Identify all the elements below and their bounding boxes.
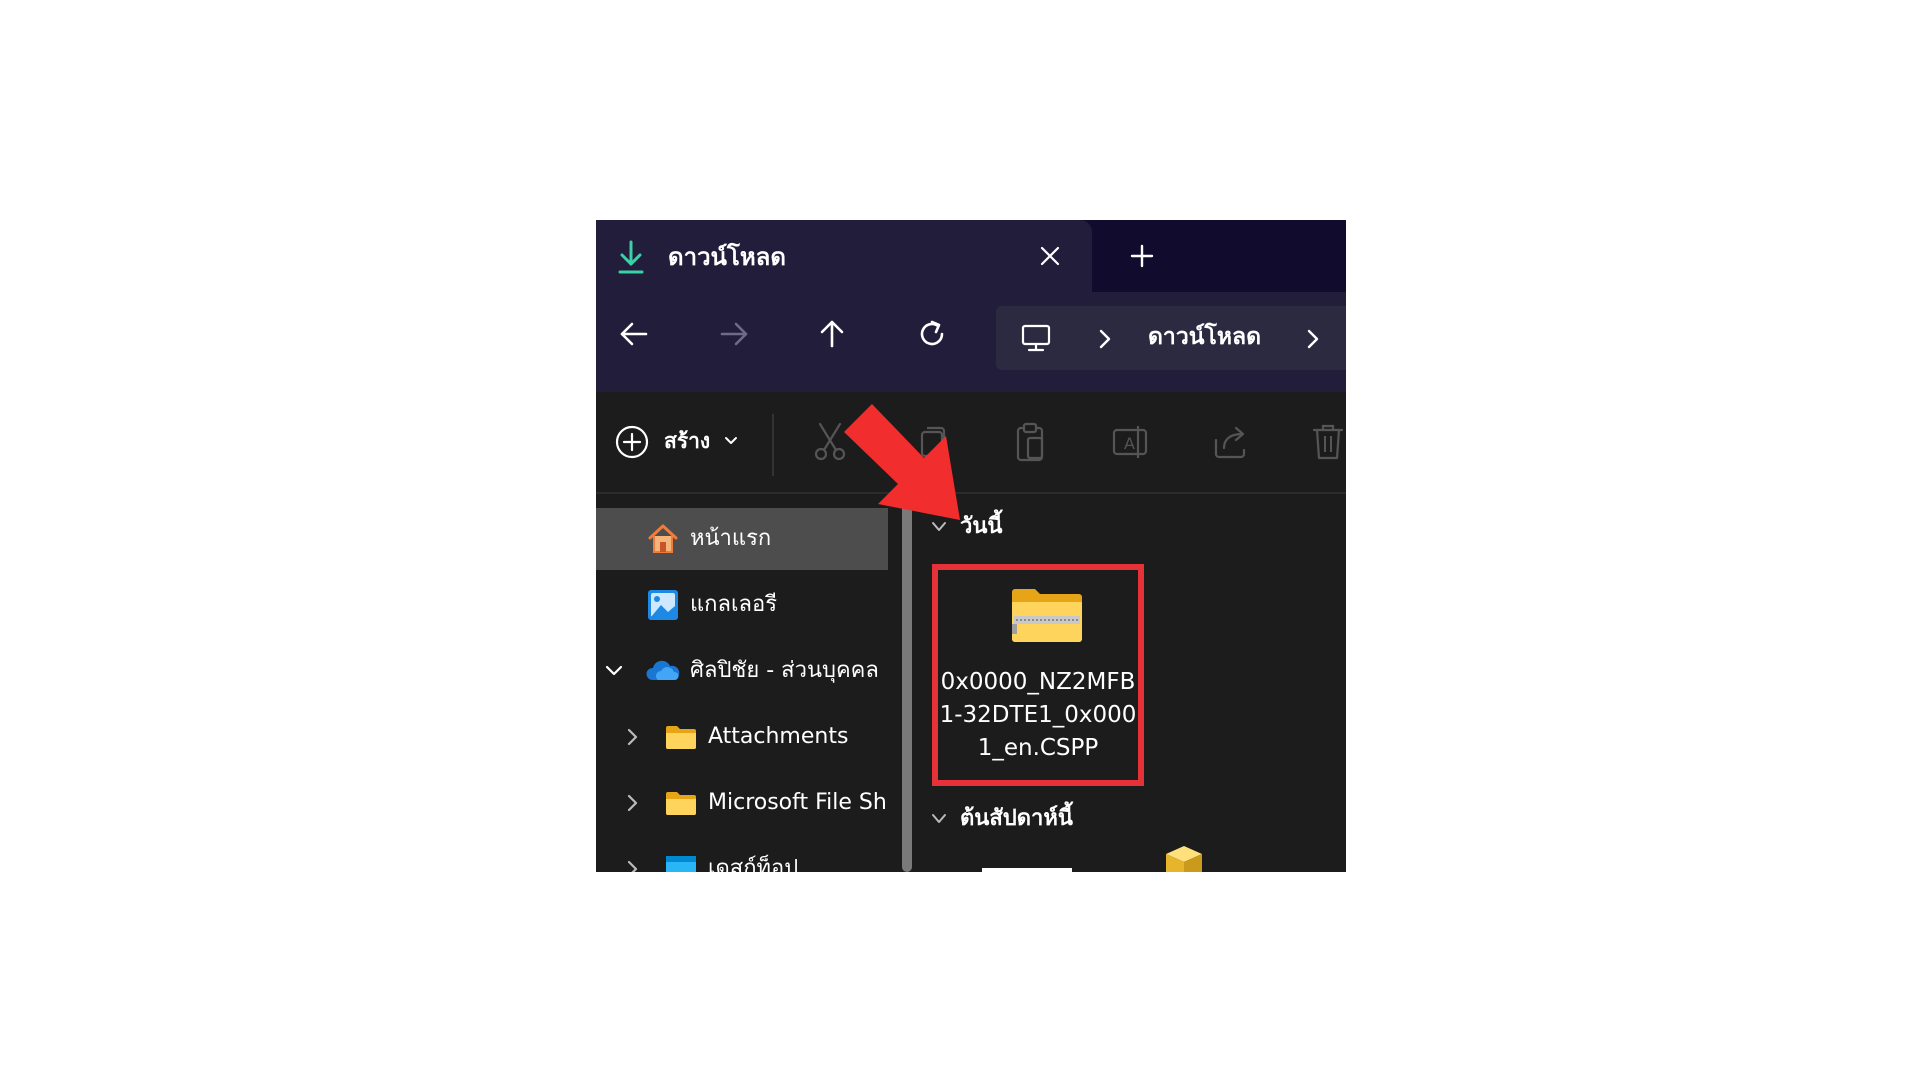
annotation-arrow: [844, 404, 960, 520]
tab-downloads[interactable]: ดาวน์โหลด: [596, 220, 1092, 292]
share-icon[interactable]: [1210, 420, 1250, 464]
file-item-zip[interactable]: 0x0000_NZ2MFB1-32DTE1_0x0001_en.CSPP: [932, 564, 1144, 786]
sidebar-item-label: Microsoft File Sh: [708, 790, 887, 815]
gallery-icon: [648, 590, 678, 620]
chevron-right-icon[interactable]: [622, 726, 642, 748]
zip-folder-icon: [1012, 589, 1082, 642]
address-bar[interactable]: ดาวน์โหลด: [996, 306, 1346, 370]
sidebar-item-label: Attachments: [708, 724, 849, 749]
chevron-down-icon[interactable]: [930, 812, 948, 826]
chevron-right-icon[interactable]: [1096, 326, 1114, 352]
download-icon: [618, 240, 644, 274]
home-icon: [648, 524, 678, 553]
arrow-up-icon[interactable]: [812, 314, 852, 354]
desktop-folder-icon: [666, 856, 696, 872]
monitor-icon[interactable]: [1020, 322, 1052, 354]
arrow-right-icon[interactable]: [714, 314, 754, 354]
rename-icon[interactable]: A: [1110, 420, 1150, 464]
folder-icon: [666, 792, 696, 815]
group-header-today[interactable]: วันนี้: [916, 510, 1316, 546]
onedrive-cloud-icon: [646, 660, 680, 680]
file-thumbnail-partial[interactable]: [982, 868, 1072, 872]
group-header-earlier-this-week[interactable]: ต้นสัปดาห์นี้: [916, 802, 1316, 838]
command-bar: สร้าง A: [596, 392, 1346, 494]
paste-icon[interactable]: [1010, 420, 1050, 464]
tab-title: ดาวน์โหลด: [668, 243, 786, 271]
navigation-bar: ดาวน์โหลด: [596, 292, 1346, 392]
sidebar-scrollbar[interactable]: [902, 500, 912, 872]
sidebar-item-label: แกลเลอรี: [690, 592, 778, 617]
package-icon[interactable]: [1162, 844, 1206, 872]
file-name: 0x0000_NZ2MFB1-32DTE1_0x0001_en.CSPP: [939, 669, 1137, 761]
chevron-down-icon: [725, 437, 737, 444]
group-label: วันนี้: [960, 514, 1003, 539]
close-icon[interactable]: [1034, 240, 1066, 272]
sidebar-item-onedrive[interactable]: ศิลปิชัย - ส่วนบุคคล: [596, 640, 888, 702]
chevron-right-icon[interactable]: [622, 858, 642, 872]
sidebar-item-gallery[interactable]: แกลเลอรี: [596, 574, 888, 636]
delete-icon[interactable]: [1308, 420, 1346, 464]
plus-circle-icon: [615, 425, 649, 459]
sidebar-item-label: ศิลปิชัย - ส่วนบุคคล: [690, 658, 879, 683]
file-explorer-window: ดาวน์โหลด ดาวน์โหลด สร้าง A หน้าแรก แกลเ…: [596, 220, 1346, 872]
sidebar-item-label: เดสก์ท็อป: [708, 856, 799, 872]
arrow-left-icon[interactable]: [614, 314, 654, 354]
folder-icon: [666, 726, 696, 749]
plus-icon[interactable]: [1126, 240, 1158, 272]
new-button[interactable]: สร้าง: [610, 420, 750, 466]
chevron-right-icon[interactable]: [1304, 326, 1322, 352]
chevron-down-icon[interactable]: [604, 660, 624, 682]
file-list: วันนี้ 0x0000_NZ2MFB1-32DTE1_0x0001_en.C…: [916, 494, 1346, 872]
navigation-pane: หน้าแรก แกลเลอรี ศิลปิชัย - ส่วนบุคคล At…: [596, 494, 904, 872]
sidebar-item-microsoft-file-share[interactable]: Microsoft File Sh: [596, 772, 888, 834]
refresh-icon[interactable]: [912, 314, 952, 354]
command-separator: [772, 414, 774, 476]
svg-text:A: A: [1124, 434, 1135, 453]
breadcrumb-downloads[interactable]: ดาวน์โหลด: [1148, 320, 1261, 354]
sidebar-item-desktop[interactable]: เดสก์ท็อป: [596, 838, 888, 872]
new-button-label: สร้าง: [664, 429, 711, 453]
title-bar: ดาวน์โหลด: [596, 220, 1346, 292]
sidebar-item-label: หน้าแรก: [690, 526, 772, 551]
chevron-right-icon[interactable]: [622, 792, 642, 814]
group-label: ต้นสัปดาห์นี้: [960, 806, 1073, 831]
sidebar-item-attachments[interactable]: Attachments: [596, 706, 888, 768]
